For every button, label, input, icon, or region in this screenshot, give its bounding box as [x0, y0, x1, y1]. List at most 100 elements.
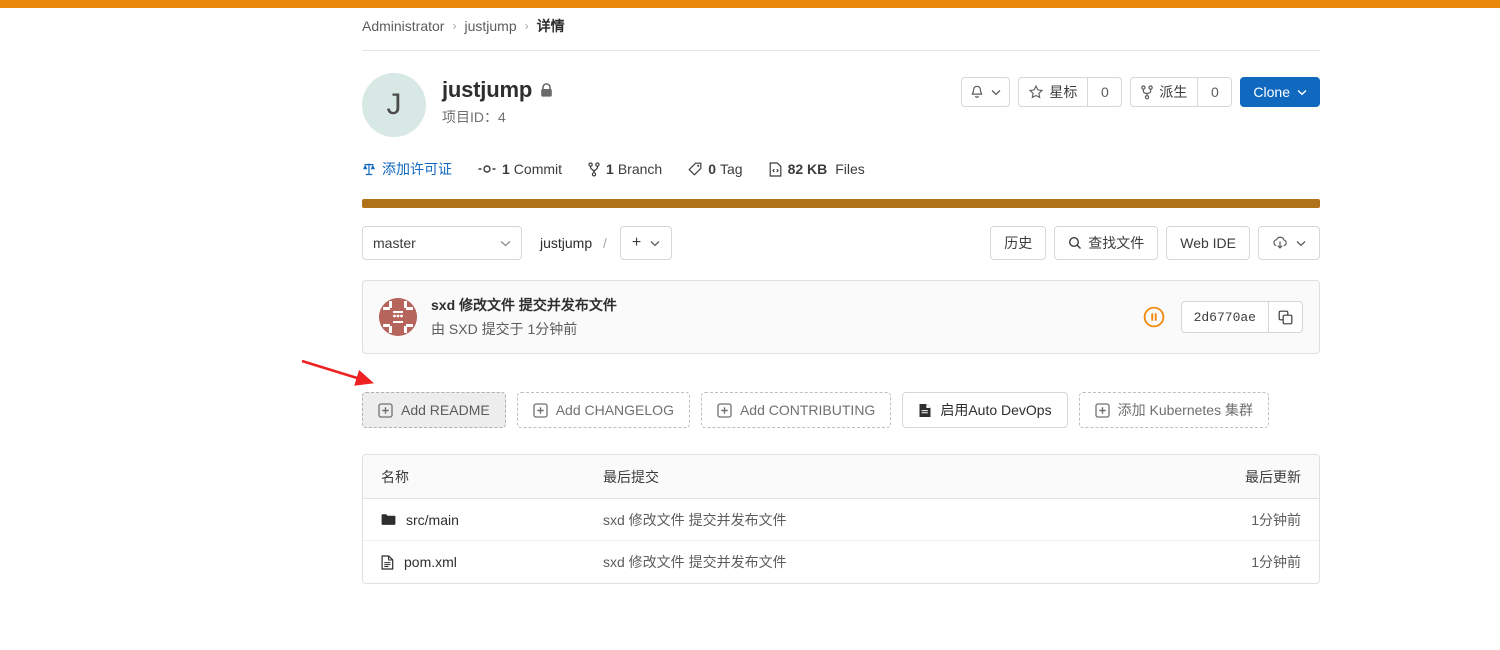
top-accent-bar [0, 0, 1500, 8]
tags-label: Tag [719, 161, 743, 177]
project-page: Administrator › justjump › 详情 J justjump… [362, 8, 1320, 584]
header-name: 名称 [381, 468, 409, 485]
stat-commits[interactable]: 1 Commit [478, 161, 562, 177]
row-last-commit[interactable]: sxd 修改文件 提交并发布文件 [603, 552, 1169, 572]
language-bar [362, 199, 1320, 208]
add-changelog-button[interactable]: Add CHANGELOG [516, 392, 690, 428]
plus-square-icon [717, 402, 732, 418]
breadcrumb-project[interactable]: justjump [464, 18, 516, 34]
star-count[interactable]: 0 [1088, 77, 1123, 107]
plus-square-icon [1094, 402, 1110, 418]
file-name-cell: src/main [363, 512, 603, 528]
branch-icon [588, 161, 600, 177]
breadcrumb-separator-icon: › [452, 19, 457, 33]
clone-label: Clone [1253, 84, 1290, 100]
project-stats: 添加许可证 1 Commit 1 Branch 0 Tag 82 KB File… [362, 159, 1320, 179]
download-dropdown-button[interactable] [1258, 226, 1320, 260]
find-file-label: 查找文件 [1088, 235, 1145, 251]
last-commit-subtitle: 由 SXD 提交于 1分钟前 [431, 321, 578, 337]
repo-size-label: Files [835, 161, 865, 177]
commit-sha-group: 2d6770ae [1180, 301, 1303, 333]
commits-count: 1 [502, 161, 510, 177]
add-contributing-button[interactable]: Add CONTRIBUTING [700, 392, 892, 428]
tags-count: 0 [708, 161, 716, 177]
clone-dropdown-button[interactable]: Clone [1240, 77, 1320, 107]
file-name-cell: pom.xml [363, 554, 603, 570]
copy-sha-button[interactable] [1268, 301, 1303, 333]
plus-square-icon [378, 402, 393, 418]
repo-quick-actions: Add README Add CHANGELOG Add CONTRIBUTIN… [362, 392, 1320, 428]
folder-icon [381, 513, 396, 526]
commit-sha[interactable]: 2d6770ae [1180, 301, 1268, 333]
download-cloud-icon [1272, 236, 1288, 251]
lock-icon [540, 82, 553, 98]
chevron-down-icon [650, 240, 660, 247]
repo-size-value: 82 KB [787, 161, 828, 177]
last-commit-info: sxd 修改文件 提交并发布文件 由 SXD 提交于 1分钟前 [431, 295, 617, 339]
file-code-icon [769, 161, 782, 177]
add-kubernetes-cluster-button[interactable]: 添加 Kubernetes 集群 [1078, 392, 1269, 428]
table-row[interactable]: pom.xml sxd 修改文件 提交并发布文件 1分钟前 [363, 541, 1319, 583]
add-readme-button[interactable]: Add README [362, 392, 506, 428]
commit-icon [478, 163, 496, 175]
web-ide-label: Web IDE [1180, 235, 1236, 251]
notification-dropdown-button[interactable] [961, 77, 1011, 107]
enable-auto-devops-button[interactable]: 启用Auto DevOps [902, 392, 1068, 428]
row-last-update: 1分钟前 [1251, 554, 1301, 570]
chevron-down-icon [500, 240, 511, 247]
plus-square-icon [533, 402, 548, 418]
add-kubernetes-cluster-label: 添加 Kubernetes 集群 [1117, 402, 1253, 418]
star-icon [1029, 85, 1044, 99]
last-commit-title[interactable]: sxd 修改文件 提交并发布文件 [431, 295, 617, 315]
doc-icon [918, 403, 932, 418]
add-readme-label: Add README [401, 402, 490, 418]
commits-label: Commit [513, 161, 563, 177]
breadcrumb-current: 详情 [536, 18, 565, 34]
header-last-commit: 最后提交 [603, 468, 659, 485]
table-row[interactable]: src/main sxd 修改文件 提交并发布文件 1分钟前 [363, 499, 1319, 541]
repo-toolbar: master justjump / + 历史 查找文件 Web IDE [362, 226, 1320, 260]
star-button[interactable]: 星标 [1018, 77, 1089, 107]
file-tree-table: 名称 最后提交 最后更新 src/main sxd 修改文件 提交并发布文件 1… [362, 454, 1320, 584]
branches-label: Branch [617, 161, 663, 177]
chevron-down-icon [1296, 240, 1306, 247]
last-commit-actions: 2d6770ae [1143, 301, 1303, 333]
web-ide-button[interactable]: Web IDE [1166, 226, 1250, 260]
pipeline-pending-icon[interactable] [1143, 306, 1165, 328]
repo-path-root[interactable]: justjump [540, 235, 592, 251]
breadcrumb-separator-icon-2: › [524, 19, 529, 33]
last-commit-box: sxd 修改文件 提交并发布文件 由 SXD 提交于 1分钟前 2d6770ae [362, 280, 1320, 354]
fork-icon [1141, 84, 1154, 100]
branch-select-value: master [373, 235, 416, 251]
history-label: 历史 [1004, 235, 1033, 251]
file-tree-header-row: 名称 最后提交 最后更新 [363, 455, 1319, 499]
fork-button[interactable]: 派生 [1130, 77, 1199, 107]
add-license-link[interactable]: 添加许可证 [382, 159, 452, 179]
plus-icon: + [631, 234, 642, 251]
row-last-update: 1分钟前 [1251, 511, 1301, 528]
row-last-commit[interactable]: sxd 修改文件 提交并发布文件 [603, 510, 1169, 530]
star-label: 星标 [1049, 84, 1078, 100]
stat-license[interactable]: 添加许可证 [362, 159, 452, 179]
find-file-button[interactable]: 查找文件 [1054, 226, 1159, 260]
stat-tags[interactable]: 0 Tag [688, 161, 743, 177]
fork-label: 派生 [1159, 84, 1188, 100]
fork-button-group: 派生 0 [1130, 77, 1233, 107]
project-meta: justjump 项目ID：4 [442, 73, 553, 127]
add-changelog-label: Add CHANGELOG [555, 402, 674, 418]
branch-select[interactable]: master [362, 226, 522, 260]
repo-path-separator: / [603, 235, 607, 251]
file-icon [381, 554, 394, 570]
history-button[interactable]: 历史 [990, 226, 1047, 260]
fork-count[interactable]: 0 [1198, 77, 1233, 107]
breadcrumb: Administrator › justjump › 详情 [362, 8, 1320, 44]
project-header: J justjump 项目ID：4 星标 0 派生 0 Clone [362, 73, 1320, 137]
breadcrumb-owner[interactable]: Administrator [362, 18, 444, 34]
chevron-down-icon [991, 89, 1001, 96]
stat-branches[interactable]: 1 Branch [588, 161, 662, 177]
chevron-down-icon [1297, 89, 1307, 96]
file-link[interactable]: pom.xml [404, 554, 457, 570]
add-to-repo-dropdown[interactable]: + [619, 226, 673, 260]
file-link[interactable]: src/main [406, 512, 459, 528]
tag-icon [688, 162, 702, 176]
